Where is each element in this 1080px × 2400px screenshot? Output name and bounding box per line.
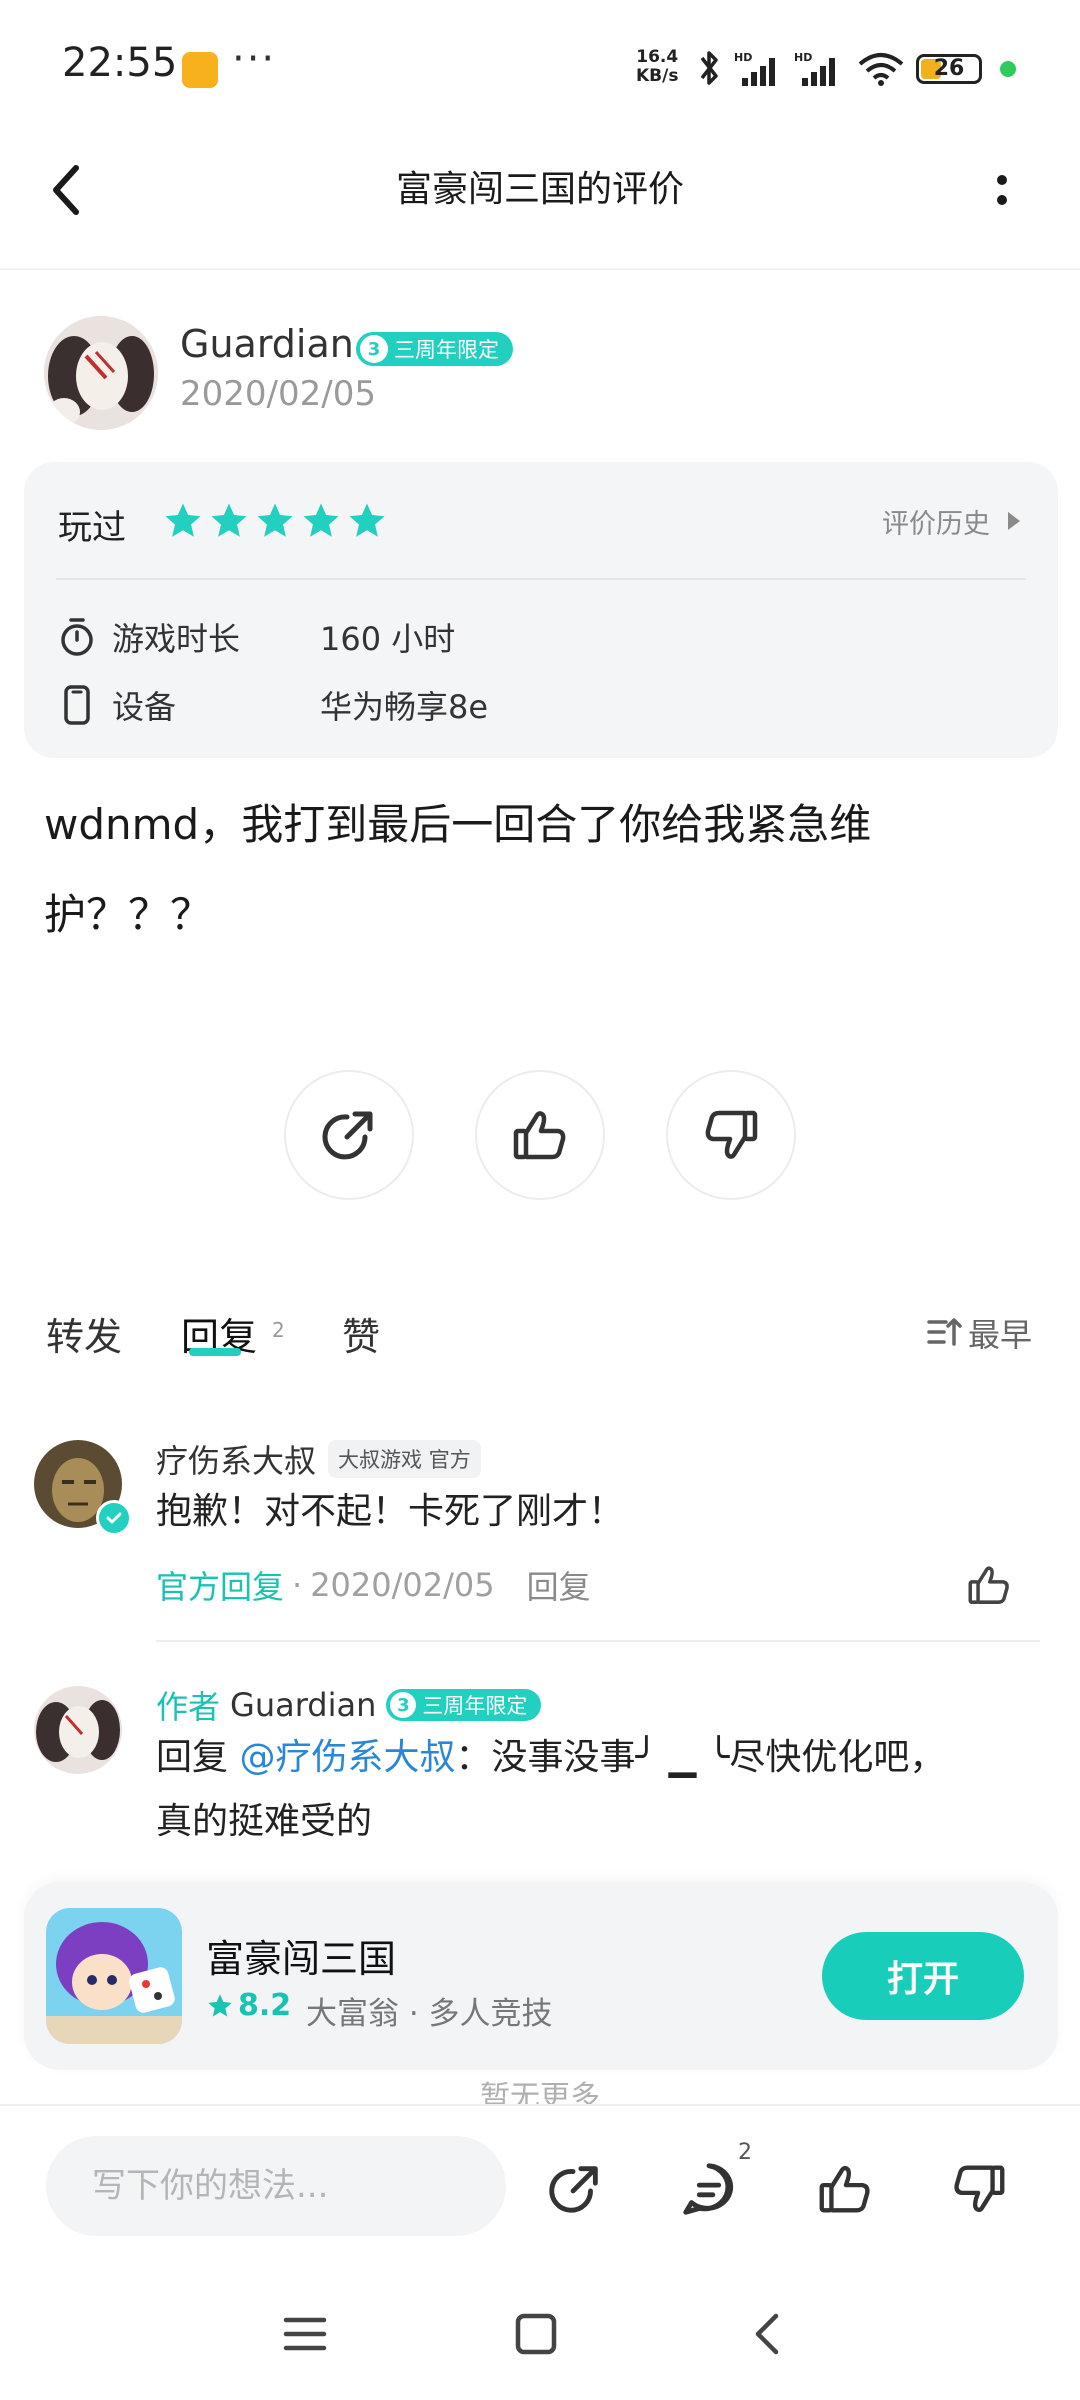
timer-icon	[61, 618, 93, 656]
commenter-avatar[interactable]	[34, 1686, 122, 1774]
share-button[interactable]	[284, 1070, 414, 1200]
tab-like[interactable]: 赞	[342, 1306, 380, 1361]
thumbs-up-icon	[513, 1111, 566, 1160]
comment-meta: 官方回复 · 2020/02/05 回复	[156, 1562, 591, 1608]
comment-header: 作者 Guardian 3 三周年限定	[156, 1682, 542, 1728]
status-more-icon: ···	[232, 36, 277, 82]
star-rating	[162, 500, 388, 542]
star-icon	[303, 503, 339, 537]
phone-device-icon	[64, 685, 90, 725]
comment-bubble-icon[interactable]	[678, 2158, 740, 2220]
battery-level: 26	[933, 56, 965, 81]
battery-icon: 26	[916, 54, 982, 84]
commenter-name[interactable]: 疗伤系大叔	[156, 1436, 316, 1482]
share-icon	[322, 1111, 373, 1160]
app-name: 富豪闯三国	[206, 1937, 397, 1981]
menu-icon[interactable]	[282, 2312, 328, 2356]
official-tag: 大叔游戏 官方	[328, 1440, 481, 1478]
mention-link[interactable]: @疗伤系大叔	[239, 1737, 455, 1778]
reviewer-name[interactable]: Guardian	[180, 322, 354, 366]
comment-count: 2	[738, 2140, 752, 2165]
nav-back-icon[interactable]	[750, 2310, 784, 2358]
comment-input[interactable]	[46, 2136, 506, 2236]
header-divider	[0, 268, 1080, 270]
wifi-icon	[858, 53, 904, 86]
badge-icon: 3	[390, 1692, 417, 1718]
dislike-button[interactable]	[666, 1070, 796, 1200]
message-app-icon	[182, 52, 218, 88]
open-app-button[interactable]: 打开	[822, 1932, 1024, 2020]
badge-icon: 3	[360, 335, 388, 363]
app-icon[interactable]	[46, 1908, 182, 2044]
commenter-name[interactable]: Guardian	[230, 1686, 376, 1724]
sort-order[interactable]: 最早	[968, 1310, 1032, 1356]
app-tags: 大富翁 · 多人竞技	[306, 1996, 553, 2032]
play-status: 玩过	[58, 508, 126, 548]
privacy-dot-icon	[1000, 61, 1016, 77]
card-divider	[56, 578, 1026, 580]
review-content: wdnmd，我打到最后一回合了你给我紧急维 护？？？	[44, 800, 872, 939]
network-speed: 16.4 KB/s	[636, 47, 679, 86]
comment-header: 疗伤系大叔 大叔游戏 官方	[156, 1436, 481, 1482]
thumbs-up-icon[interactable]	[814, 2158, 876, 2220]
home-square-icon[interactable]	[514, 2312, 558, 2356]
comment-text: 回复 @疗伤系大叔：没事没事╯ ▁ ╰尽快优化吧， 真的挺难受的	[156, 1737, 946, 1842]
thumbs-down-icon[interactable]	[948, 2158, 1010, 2220]
signal-1-icon: HD	[734, 51, 775, 86]
page-title: 富豪闯三国的评价	[395, 169, 684, 210]
signal-2-icon: HD	[794, 51, 835, 86]
svg-text:HD: HD	[794, 51, 812, 64]
comment-text: 抱歉！对不起！卡死了刚才！	[156, 1491, 625, 1532]
reply-button[interactable]: 回复	[527, 1562, 591, 1608]
like-button[interactable]	[475, 1070, 605, 1200]
comment-date: 2020/02/05	[310, 1566, 495, 1604]
sort-icon[interactable]	[926, 1314, 962, 1350]
review-date: 2020/02/05	[180, 374, 376, 414]
star-icon	[211, 503, 247, 537]
verified-badge-icon	[96, 1500, 132, 1536]
author-label: 作者	[156, 1688, 221, 1726]
app-rating: 8.2	[206, 1988, 291, 2023]
share-icon[interactable]	[544, 2158, 606, 2220]
star-icon	[349, 503, 385, 537]
comment-like-icon[interactable]	[964, 1560, 1014, 1610]
bluetooth-icon	[700, 51, 718, 85]
tab-active-indicator	[189, 1348, 241, 1356]
tab-forward[interactable]: 转发	[46, 1306, 122, 1361]
star-icon	[257, 503, 293, 537]
review-history-link[interactable]: 评价历史	[882, 502, 990, 541]
reply-count: 2	[272, 1318, 285, 1342]
play-triangle-icon[interactable]	[1006, 510, 1022, 532]
device-value: 华为畅享8e	[320, 688, 489, 726]
comment-divider	[156, 1640, 1040, 1642]
official-reply-label: 官方回复	[156, 1568, 285, 1606]
avatar[interactable]	[44, 316, 158, 430]
more-vertical-icon[interactable]	[990, 168, 1014, 212]
anniversary-badge: 3 三周年限定	[386, 1689, 542, 1721]
device-label: 设备	[112, 688, 177, 726]
playtime-value: 160 小时	[320, 620, 456, 658]
star-icon	[208, 1993, 232, 2016]
star-icon	[165, 503, 201, 537]
anniversary-badge: 3 三周年限定	[356, 332, 513, 366]
thumbs-down-icon	[705, 1110, 758, 1159]
status-time: 22:55	[62, 40, 178, 86]
playtime-label: 游戏时长	[112, 620, 241, 658]
svg-text:HD: HD	[734, 51, 752, 64]
